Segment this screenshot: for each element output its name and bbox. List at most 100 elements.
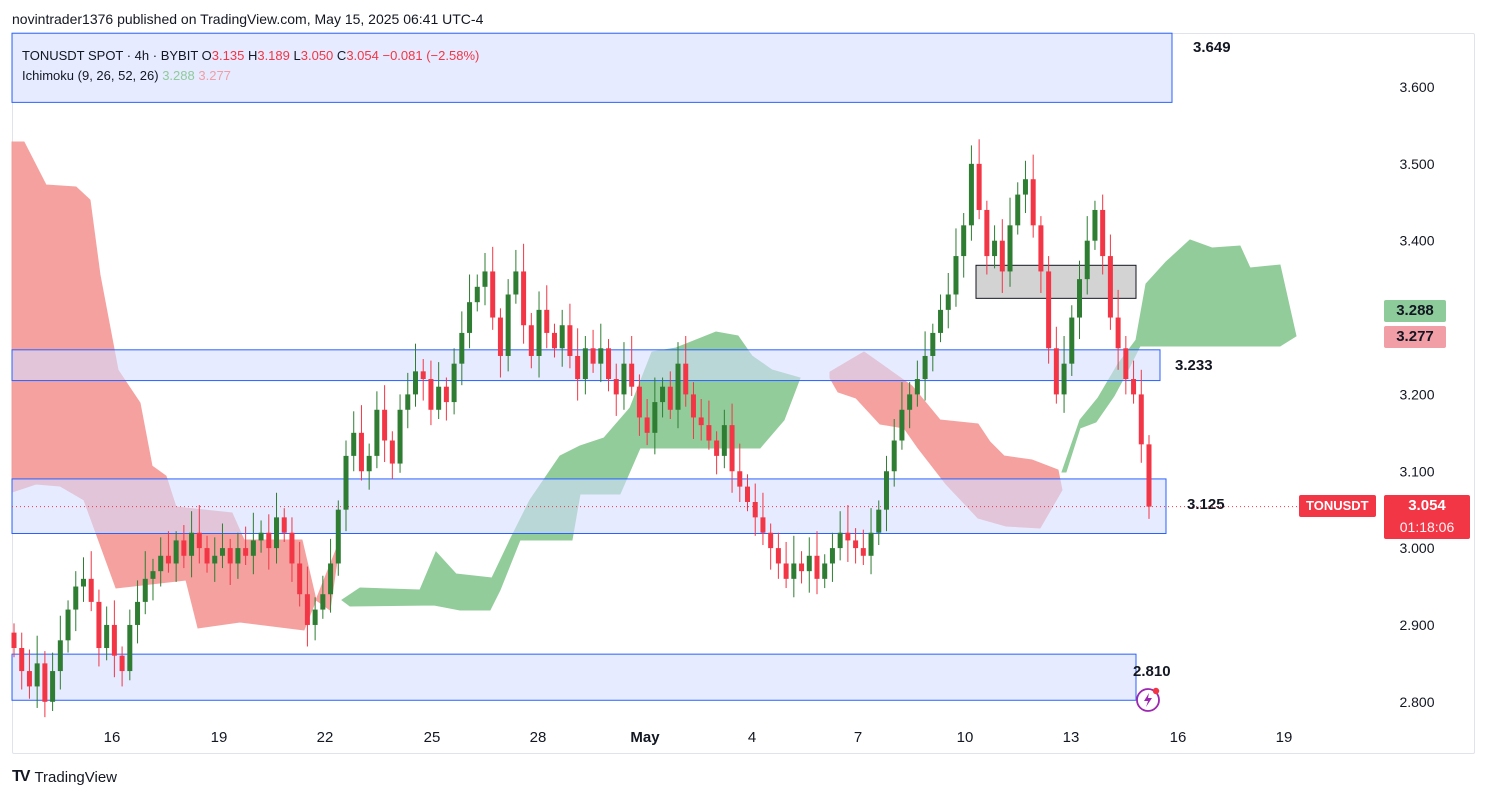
candle-body [976,163,982,210]
candle-body [791,563,797,579]
alert-icon[interactable] [1135,686,1163,714]
candle-body [845,532,851,541]
candle-body [173,540,179,564]
candle-body [343,455,349,510]
candle-body [289,532,295,564]
candle-body [714,440,720,456]
candle-body [1138,394,1144,445]
zone-label-low: 3.125 [1187,496,1225,513]
indicator-tag-span-a: 3.288 [1384,300,1446,322]
candle-body [745,486,751,502]
candle-body [1115,317,1121,349]
candle-body [111,624,117,656]
candle-body [837,532,843,549]
candle-body [721,425,727,456]
legend-close-value: 3.054 [346,48,379,63]
candle-body [675,363,681,410]
candle-body [528,325,534,356]
candle-body [1131,379,1137,395]
candle-body [961,225,967,257]
candle-body [1084,240,1090,280]
tradingview-logo[interactable]: TV TradingView [12,768,117,786]
candle-body [968,163,974,226]
price-tick-label: 3.500 [1399,156,1434,172]
candle-body [1007,225,1013,272]
candle-body [652,402,658,433]
candle-body [227,548,233,564]
candle-body [57,640,63,672]
candle-body [204,548,210,564]
candle-body [358,432,364,472]
candle-body [907,394,913,410]
candle-body [266,532,272,549]
price-tick-label: 3.100 [1399,463,1434,479]
candle-body [80,578,86,587]
price-chart[interactable]: 2.800 2.900 3.000 3.100 3.200 3.400 3.500 3.600… [0,0,1488,800]
candle-body [644,417,650,433]
candle-body [351,432,357,456]
candle-body [829,548,835,564]
candle-body [420,371,426,380]
candle-body [806,555,812,572]
candle-body [799,563,805,572]
price-tick-label: 3.400 [1399,233,1434,249]
candle-body [26,671,32,687]
candle-body [822,563,828,579]
candle-body [914,379,920,395]
candle-body [1053,348,1059,395]
candle-body [451,363,457,403]
current-price: 3.054 [1408,497,1446,514]
candle-body [474,286,480,303]
candle-body [876,509,882,533]
candle-body [775,548,781,564]
price-tick-label: 3.000 [1399,540,1434,556]
candle-body [497,317,503,356]
time-tick-label: 19 [1276,729,1293,746]
tradingview-brand: TradingView [34,768,117,786]
candle-body [598,348,604,364]
candle-body [551,332,557,349]
time-tick-label: 19 [211,729,228,746]
time-tick-label: 28 [530,729,547,746]
candle-body [135,601,141,625]
candle-body [258,532,264,541]
candle-body [891,440,897,472]
candle-body [683,363,689,395]
candle-body [397,409,403,464]
candle-body [467,302,473,333]
candle-body [984,209,990,257]
candle-body [706,425,712,441]
candle-body [158,555,164,572]
candle-body [142,578,148,602]
candle-body [992,240,998,257]
candle-body [482,271,488,287]
legend-indicator-name[interactable]: Ichimoku (9, 26, 52, 26) [22,68,159,83]
candle-body [412,371,418,395]
candle-body [582,348,588,380]
candle-body [930,332,936,356]
candle-body [544,309,550,333]
candle-body [922,355,928,380]
price-tick-label: 2.900 [1399,617,1434,633]
candle-body [667,386,673,410]
candle-body [613,379,619,395]
candle-body [104,624,110,649]
candle-body [127,624,133,672]
candle-body [181,540,187,556]
candle-body [760,517,766,533]
legend-low-label: L [293,48,301,63]
candle-body [219,548,225,556]
candle-body [814,555,820,579]
candle-body [1038,225,1044,272]
time-tick-label: 25 [424,729,441,746]
candle-body [559,325,565,349]
price-zone [11,653,1137,701]
candle-body [1022,179,1028,195]
candle-body [250,540,256,556]
price-tick-label: 3.200 [1399,386,1434,402]
candle-body [868,532,874,556]
candle-body [34,663,40,687]
legend-symbol[interactable]: TONUSDT SPOT · 4h · BYBIT [22,48,198,63]
current-price-tag: 3.054 01:18:06 [1384,495,1470,539]
legend-close-label: C [336,48,347,63]
